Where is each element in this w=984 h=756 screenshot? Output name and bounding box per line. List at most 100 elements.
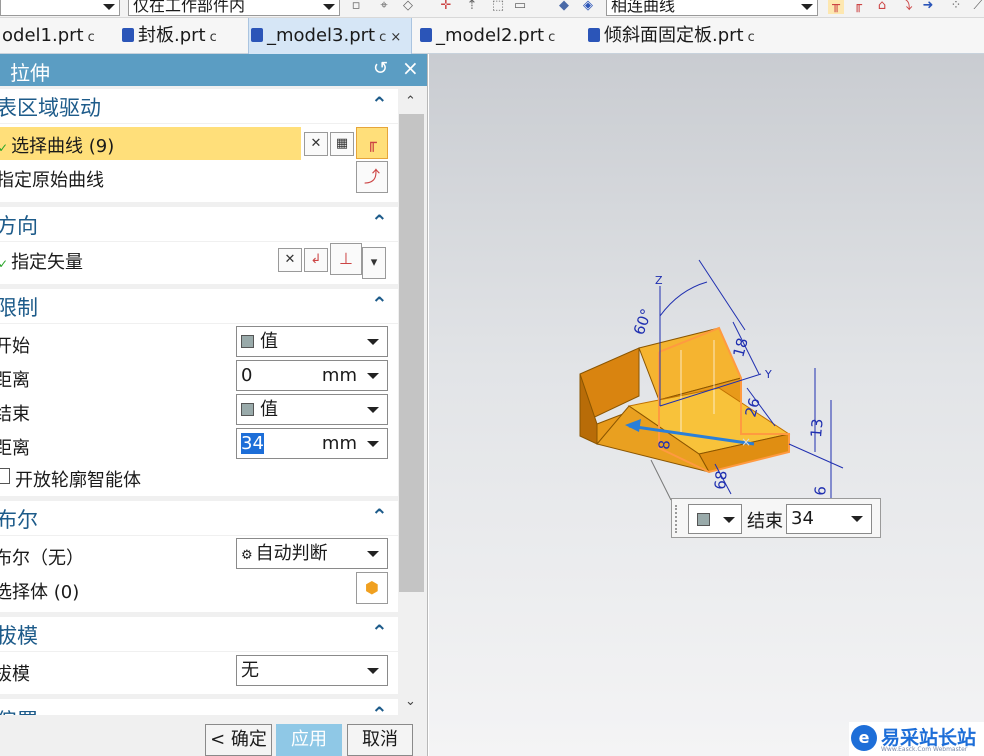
collapse-icon[interactable]: ⌃ (371, 292, 388, 316)
end-type-select[interactable]: 值 (236, 394, 388, 425)
value-cube-icon (697, 513, 710, 526)
select-curve-label: ✓选择曲线 (9) (0, 132, 114, 158)
start-type-select[interactable]: 值 (236, 326, 388, 357)
solid-icon[interactable]: ◆ (556, 0, 572, 14)
scope-filter-select[interactable]: 仅在工作部件内 (128, 0, 340, 16)
boolean-label: 布尔（无） (0, 548, 84, 569)
dim-13: 13 (807, 418, 827, 439)
section-header-limits[interactable]: 限制 ⌃ (0, 289, 398, 323)
drag-handle-icon[interactable]: × (741, 435, 751, 449)
section-header-boolean[interactable]: 布尔 ⌃ (0, 501, 398, 535)
end-label: 结束 (0, 404, 30, 425)
onscreen-type-select[interactable] (688, 504, 742, 534)
vector-dialog-icon[interactable]: ↲ (304, 248, 328, 272)
graphics-viewport[interactable]: Z Y 60° 18 26 13 8 6 68 × 结束 34 e 易采站长站 … (429, 54, 984, 756)
section-title: 拔模 (0, 624, 38, 648)
section-header-drive[interactable]: 表区域驱动 ⌃ (0, 89, 398, 123)
part-file-icon (122, 28, 134, 42)
chain-icon[interactable]: ⌂ (874, 0, 890, 14)
collapse-icon[interactable]: ⌃ (371, 92, 388, 116)
draft-label: 拔模 (0, 664, 30, 685)
stop-at-intersection-icon[interactable]: ╥ (828, 0, 844, 14)
dialog-footer: < 确定 > 应用 取消 (0, 715, 427, 756)
snap-icon[interactable]: ⌖ (376, 0, 392, 14)
open-profile-label: 开放轮廓智能体 (15, 470, 141, 491)
tab-model2[interactable]: _model2.prt ᴄ (418, 18, 584, 54)
infer-icon: ⚙ (241, 548, 253, 563)
reset-icon[interactable]: ↺ (373, 58, 388, 79)
tab-model3[interactable]: _model3.prt ᴄ × (248, 18, 412, 54)
pin-icon[interactable]: ⇡ (464, 0, 480, 14)
dim-line (788, 443, 844, 469)
section-title: 布尔 (0, 508, 38, 532)
ok-button[interactable]: < 确定 > (205, 724, 272, 756)
vector-type-icon[interactable]: ⊥ (330, 243, 362, 275)
section-body-draft: 拔模 无 (0, 652, 398, 694)
select-body-icon[interactable]: ⬢ (356, 572, 388, 604)
check-icon: ✓ (0, 141, 8, 155)
curve-select-icon[interactable]: ╓ (356, 127, 388, 159)
reverse-direction-icon[interactable]: ✕ (278, 248, 302, 272)
curve-rule-select[interactable]: 相连曲线 (606, 0, 818, 16)
start-label: 开始 (0, 336, 30, 357)
start-distance-input[interactable]: 0 mm (236, 360, 388, 391)
deselect-icon[interactable]: ✕ (304, 132, 328, 156)
onscreen-end-label: 结束 (747, 511, 783, 532)
collapse-icon[interactable]: ⌃ (371, 210, 388, 234)
scroll-down-icon[interactable]: ⌄ (405, 694, 416, 709)
arrow-icon[interactable]: ➜ (920, 0, 936, 14)
boolean-select[interactable]: ⚙ 自动判断 (236, 538, 388, 569)
end-distance-input[interactable]: 34 mm (236, 428, 388, 459)
path-icon[interactable]: ⤵ (898, 0, 914, 14)
tab-model1[interactable]: odel1.prt ᴄ (0, 18, 118, 54)
type-filter-select[interactable] (0, 0, 120, 16)
watermark: e 易采站长站 Www.Easck.Com Webmaster (849, 722, 984, 756)
tab-label: 封板.prt (138, 25, 206, 46)
dim-8: 8 (655, 439, 674, 450)
y-axis-label: Y (764, 368, 772, 381)
sketch-section-icon[interactable]: ▦ (330, 132, 354, 156)
section-header-direction[interactable]: 方向 ⌃ (0, 207, 398, 241)
onscreen-end-value[interactable]: 34 (786, 504, 872, 534)
section-header-draft[interactable]: 拔模 ⌃ (0, 617, 398, 651)
collapse-icon[interactable]: ⌃ (371, 504, 388, 528)
dialog-title-bar: 拉伸 ↺ × (0, 54, 427, 86)
section-title: 表区域驱动 (0, 96, 101, 120)
modified-icon: ᴄ (548, 30, 556, 45)
apply-button[interactable]: 应用 (276, 724, 342, 756)
close-tab-icon[interactable]: ᴄ × (379, 30, 401, 45)
overflow-icon[interactable]: ⟋ (970, 0, 984, 14)
tab-fengban[interactable]: 封板.prt ᴄ (120, 18, 248, 54)
dim-6: 6 (811, 485, 830, 496)
selection-filter-icon[interactable]: ▫ (348, 0, 364, 14)
tab-qingxie[interactable]: 倾斜面固定板.prt ᴄ (586, 18, 782, 54)
drag-grip-icon[interactable] (675, 505, 681, 533)
part-file-icon (588, 28, 600, 42)
vector-type-dropdown[interactable]: ▾ (362, 247, 386, 279)
dialog-scrollbar[interactable]: ⌃ ⌄ (398, 88, 427, 715)
follow-fillet-icon[interactable]: ╓ (850, 0, 866, 14)
end-distance-label: 距离 (0, 438, 30, 459)
rect-select-icon[interactable]: ▭ (512, 0, 528, 14)
crosshair-icon[interactable]: ✛ (438, 0, 454, 14)
original-curve-icon[interactable]: ⤴ (356, 161, 388, 193)
tab-label: _model3.prt (267, 25, 376, 46)
open-profile-checkbox[interactable] (0, 468, 10, 484)
unit-label: mm (321, 433, 357, 454)
box-select-icon[interactable]: ⬚ (490, 0, 506, 14)
scroll-up-icon[interactable]: ⌃ (405, 94, 416, 109)
extrude-dialog: 拉伸 ↺ × 表区域驱动 ⌃ ✓选择曲线 (9) ✕ ▦ ╓ 指定原始曲线 ⤴ … (0, 54, 428, 756)
draft-select[interactable]: 无 (236, 655, 388, 686)
body-icon[interactable]: ◈ (580, 0, 596, 14)
close-icon[interactable]: × (402, 56, 419, 80)
cancel-button[interactable]: 取消 (347, 724, 413, 756)
section-body-drive: ✓选择曲线 (9) ✕ ▦ ╓ 指定原始曲线 ⤴ (0, 124, 398, 202)
modified-icon: ᴄ (209, 30, 217, 45)
extrude-preview[interactable]: Z Y 60° 18 26 13 8 6 68 × (429, 54, 984, 756)
collapse-icon[interactable]: ⌃ (371, 620, 388, 644)
point-icon[interactable]: ◇ (400, 0, 416, 14)
start-distance-label: 距离 (0, 370, 30, 391)
modified-icon: ᴄ (747, 30, 755, 45)
more-icon[interactable]: ⁘ (948, 0, 964, 14)
scroll-thumb[interactable] (399, 114, 424, 592)
